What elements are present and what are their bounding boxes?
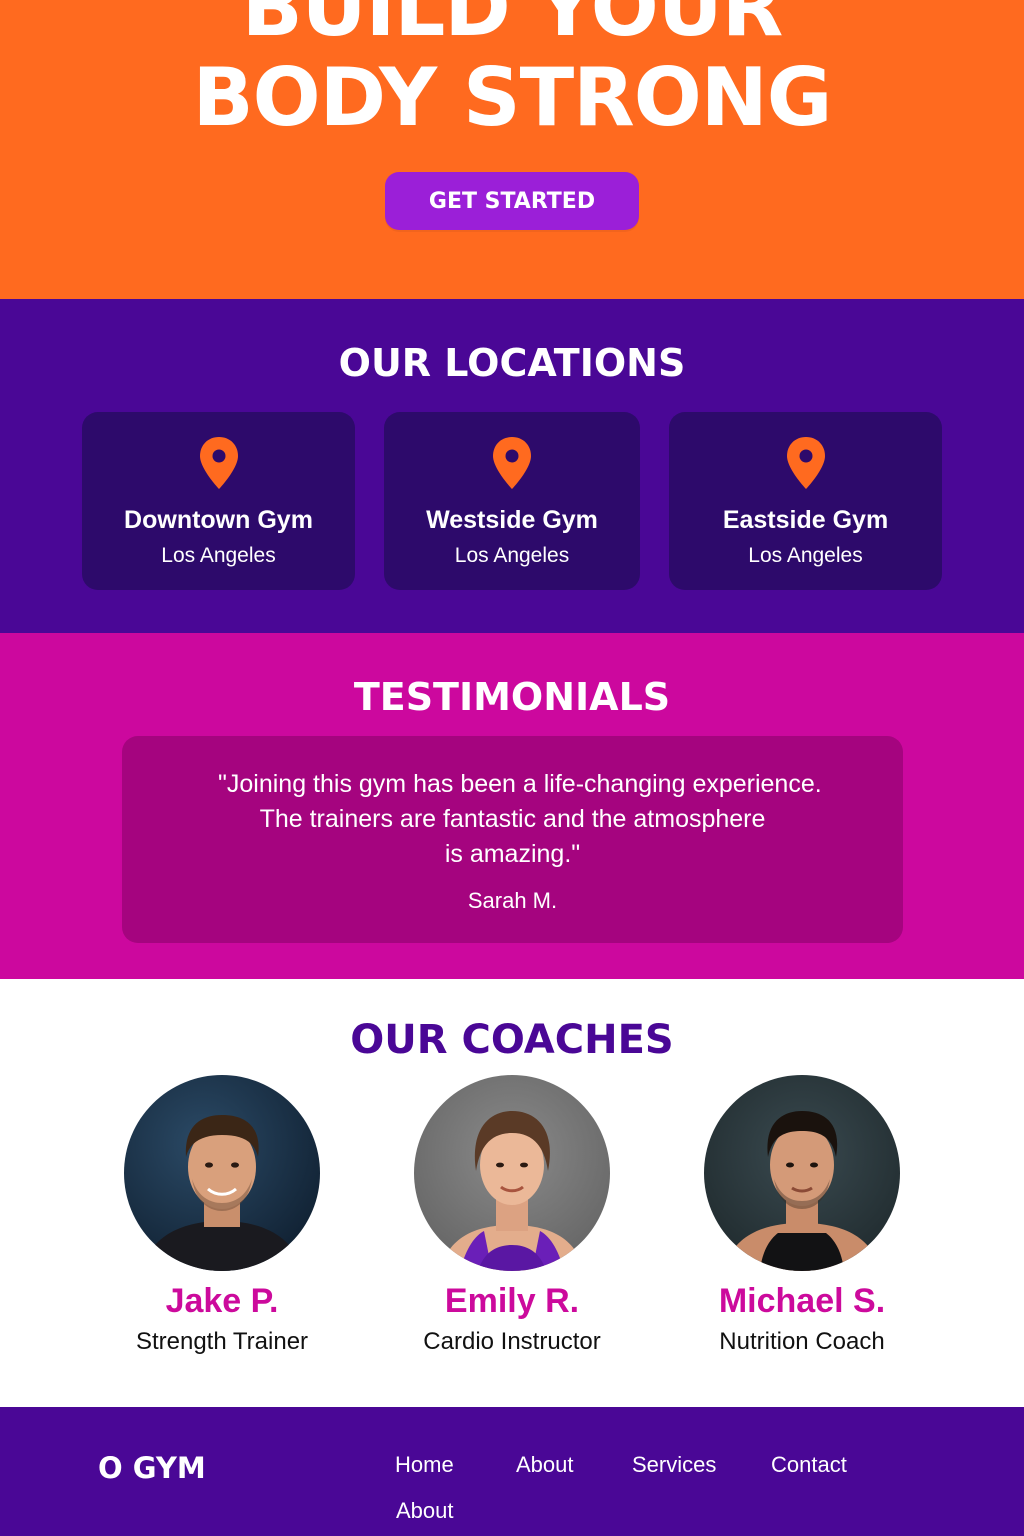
footer-nav-about-2[interactable]: About	[396, 1498, 454, 1524]
coach-name: Emily R.	[444, 1282, 580, 1320]
testimonials-section: TESTIMONIALS "Joining this gym has been …	[0, 633, 1024, 979]
location-card-westside[interactable]: Westside Gym Los Angeles	[384, 412, 640, 590]
hero-title-line-2: BODY STRONG	[192, 51, 833, 144]
location-city: Los Angeles	[454, 544, 570, 567]
hero-title-line-1: BUILD YOUR	[241, 0, 784, 54]
get-started-button[interactable]: GET STARTED	[385, 172, 639, 230]
map-pin-icon	[199, 437, 238, 489]
testimonial-card: "Joining this gym has been a life-changi…	[122, 736, 903, 943]
location-name: Westside Gym	[426, 506, 598, 534]
footer: O GYM Home About Services Contact About	[0, 1407, 1024, 1536]
location-name: Eastside Gym	[722, 506, 889, 534]
testimonial-quote-line-2: The trainers are fantastic and the atmos…	[259, 805, 766, 833]
testimonial-quote-line-1: "Joining this gym has been a life-changi…	[218, 770, 822, 798]
location-city: Los Angeles	[748, 544, 863, 567]
location-city: Los Angeles	[161, 544, 276, 567]
locations-section: OUR LOCATIONS Downtown Gym Los Angeles W…	[0, 299, 1024, 633]
coaches-section: OUR COACHES Jake P. Strength Trainer Emi…	[0, 979, 1024, 1407]
footer-nav-about[interactable]: About	[516, 1452, 574, 1478]
footer-nav-services[interactable]: Services	[632, 1452, 716, 1478]
location-name: Downtown Gym	[124, 506, 313, 534]
testimonial-author: Sarah M.	[467, 888, 558, 913]
map-pin-icon	[493, 437, 531, 489]
coach-avatar	[704, 1075, 900, 1271]
footer-brand-logo[interactable]: O GYM	[98, 1451, 206, 1485]
location-card-downtown[interactable]: Downtown Gym Los Angeles	[82, 412, 355, 590]
coach-role: Strength Trainer	[135, 1328, 309, 1355]
locations-title: OUR LOCATIONS	[338, 341, 686, 385]
coach-avatar	[414, 1075, 610, 1271]
coach-role: Cardio Instructor	[423, 1328, 601, 1355]
footer-nav-home[interactable]: Home	[395, 1452, 454, 1478]
footer-nav-contact[interactable]: Contact	[771, 1452, 847, 1478]
hero-section: BUILD YOUR BODY STRONG GET STARTED	[0, 0, 1024, 299]
coach-role: Nutrition Coach	[719, 1328, 885, 1355]
testimonial-quote-line-3: is amazing."	[444, 840, 581, 868]
coach-name: Michael S.	[718, 1282, 886, 1320]
coach-avatar	[124, 1075, 320, 1271]
testimonials-title: TESTIMONIALS	[353, 675, 671, 719]
location-card-eastside[interactable]: Eastside Gym Los Angeles	[669, 412, 942, 590]
coaches-title: OUR COACHES	[350, 1017, 674, 1063]
map-pin-icon	[786, 437, 825, 489]
coach-name: Jake P.	[165, 1282, 279, 1320]
